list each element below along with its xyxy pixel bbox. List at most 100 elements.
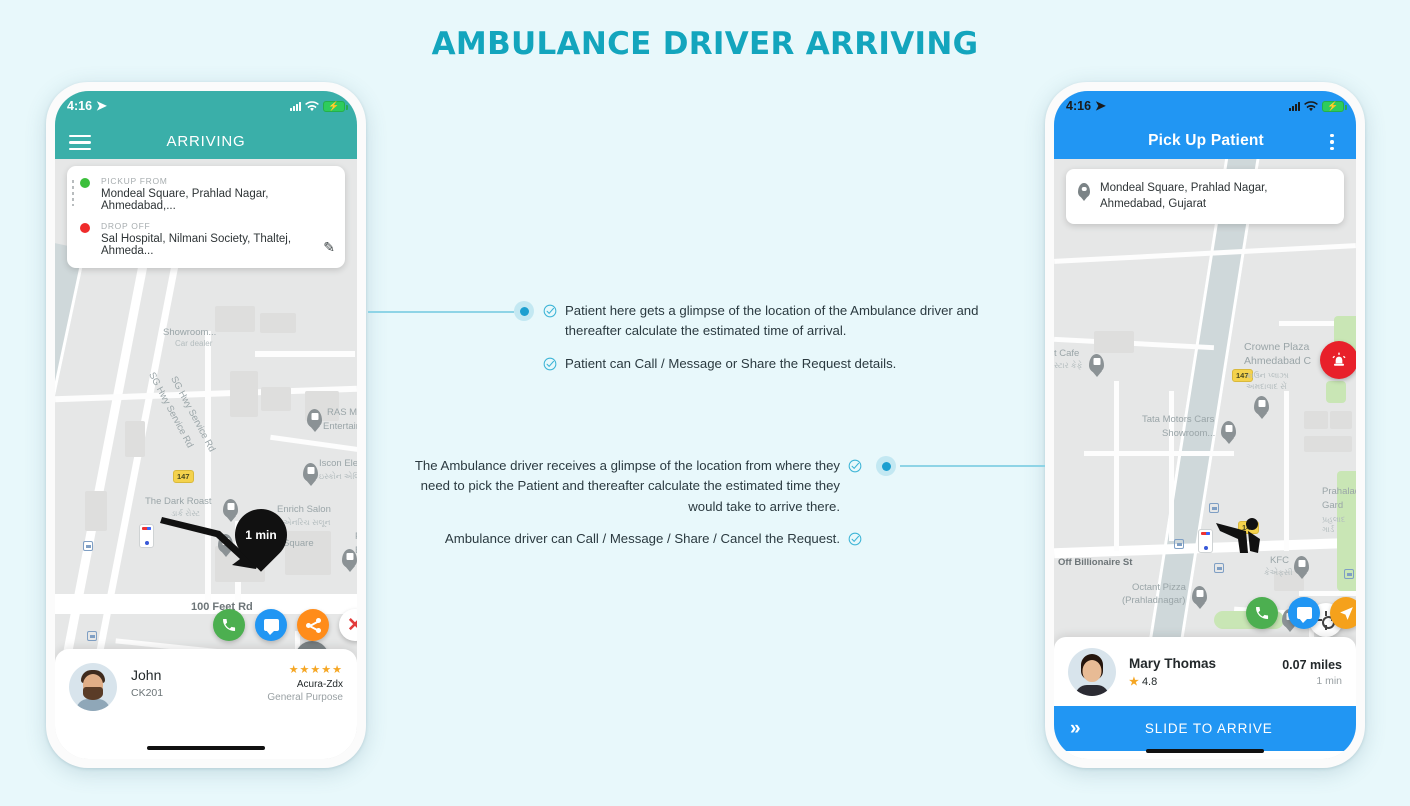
rating-stars: ★★★★★ [288, 664, 343, 676]
right-action-buttons [1246, 597, 1356, 629]
close-x-icon: ✕ [347, 614, 357, 636]
navigate-arrow-icon [1339, 606, 1353, 620]
annotation-text: Ambulance driver can Call / Message / Sh… [444, 531, 840, 547]
right-connector-line [900, 465, 1045, 467]
avatar [69, 663, 117, 711]
siren-icon [1332, 352, 1346, 366]
distance-value: 0.07 miles [1282, 657, 1342, 672]
driver-name: John [131, 667, 162, 683]
message-icon [263, 619, 279, 635]
annotation-item: Ambulance driver can Call / Message / Sh… [392, 529, 862, 549]
navigate-button[interactable] [1330, 597, 1356, 629]
driver-card: John CK201 ★★★★★ Acura-Zdx General Purpo… [55, 649, 357, 759]
map-label: પ્રહલાદ [1322, 515, 1346, 524]
map-label: કેએફસી [1264, 568, 1293, 577]
slide-to-arrive-button[interactable]: » SLIDE TO ARRIVE [1054, 706, 1356, 751]
page-title: AMBULANCE DRIVER ARRIVING [431, 26, 979, 62]
map-label: Tata Motors Cars [1142, 414, 1215, 425]
right-app-bar-title: Pick Up Patient [1148, 132, 1264, 149]
right-status-bar: 4:16 ➤ ⚡ [1054, 91, 1356, 121]
slide-to-arrive-label: SLIDE TO ARRIVE [1144, 721, 1273, 736]
map-label: Car dealer [175, 339, 213, 348]
map-label: (Prahladnagar) [1122, 595, 1186, 606]
annotation-item: Patient can Call / Message or Share the … [543, 354, 1023, 374]
map-label: Iscon Elegance [319, 458, 357, 469]
star-icon: ★ [1129, 676, 1139, 688]
walking-person-icon [1216, 518, 1260, 553]
map-label: Octant Pizza [1132, 582, 1186, 593]
share-icon [305, 617, 321, 633]
address-value: Mondeal Square, Prahlad Nagar, Ahmedabad… [1100, 182, 1268, 210]
map-label: અમદાવાદ સેં [1246, 382, 1287, 391]
eta-value: 1 min [1316, 674, 1342, 687]
pickup-dot-icon [80, 178, 90, 188]
right-annotation-block: The Ambulance driver receives a glimpse … [392, 456, 862, 562]
wifi-icon [1304, 100, 1318, 111]
left-phone-screen: 147 Showroom... Car dealer SG Hwy Servic… [55, 91, 357, 759]
annotation-text: Patient here gets a glimpse of the locat… [565, 303, 979, 339]
annotation-item: Patient here gets a glimpse of the locat… [543, 301, 1023, 342]
map-label: ઇસ્કોન એલિગન્સ [319, 472, 357, 481]
call-button[interactable] [1246, 597, 1278, 629]
left-action-buttons: ✕ [213, 609, 357, 641]
navigation-arrow-icon: ➤ [1095, 98, 1106, 113]
status-time: 4:16 [1066, 99, 1092, 113]
navigation-arrow-icon: ➤ [96, 98, 107, 113]
dropoff-row: DROP OFF Sal Hospital, Nilmani Society, … [79, 221, 333, 257]
eta-marker-label: 1 min [245, 527, 277, 542]
map-label: એનરિચ સલૂન [283, 518, 331, 527]
battery-charging-icon: ⚡ [1322, 100, 1347, 112]
map-label: RAS Media & [327, 407, 357, 418]
patient-rating: ★ 4.8 [1129, 676, 1158, 688]
status-time: 4:16 [67, 99, 93, 113]
check-circle-icon [543, 304, 557, 318]
signal-bars-icon [290, 101, 301, 111]
call-button[interactable] [213, 609, 245, 641]
left-status-bar: 4:16 ➤ ⚡ [55, 91, 357, 121]
battery-charging-icon: ⚡ [323, 100, 348, 112]
map-label: Showroom... [1162, 428, 1216, 439]
pickup-label: PICKUP FROM [101, 176, 168, 186]
check-circle-icon [543, 357, 557, 371]
right-address-card[interactable]: Mondeal Square, Prahlad Nagar, Ahmedabad… [1066, 169, 1344, 225]
map-label: KFC [1270, 555, 1289, 566]
home-indicator [1146, 748, 1264, 753]
annotation-text: Patient can Call / Message or Share the … [565, 355, 897, 371]
pencil-edit-icon[interactable]: ✎ [323, 239, 335, 256]
page-root: AMBULANCE DRIVER ARRIVING 147 Showroom..… [0, 0, 1410, 806]
right-phone-frame: 147 147 t Cafe સ્ટાર કેફે Crowne Plaza A… [1045, 82, 1365, 768]
vehicle-model: Acura-Zdx [296, 679, 343, 690]
highway-shield: 147 [173, 470, 194, 483]
patient-card: Mary Thomas ★ 4.8 0.07 miles 1 min » SLI… [1054, 637, 1356, 759]
map-label: Showroom... [163, 327, 217, 338]
hamburger-menu-icon[interactable] [69, 134, 91, 150]
map-label: Enrich Salon [277, 504, 331, 515]
signal-bars-icon [1289, 101, 1300, 111]
share-button[interactable] [297, 609, 329, 641]
message-button[interactable] [255, 609, 287, 641]
ambulance-icon [139, 524, 154, 548]
ambulance-icon [1198, 529, 1213, 553]
map-label: Crowne Plaza [1244, 341, 1310, 353]
map-label: સ્ટાર કેફે [1054, 361, 1083, 370]
annotation-item: The Ambulance driver receives a glimpse … [392, 456, 862, 517]
message-button[interactable] [1288, 597, 1320, 629]
left-annotation-block: Patient here gets a glimpse of the locat… [543, 301, 1023, 386]
map-label: Gard [1322, 500, 1344, 511]
cancel-button[interactable]: ✕ [339, 609, 357, 641]
map-label: Business Pa [355, 545, 357, 557]
left-connector-dot [514, 301, 534, 321]
map-label: ગાર્ડ [1322, 525, 1335, 534]
left-app-bar-title: ARRIVING [166, 133, 246, 150]
left-address-card[interactable]: PICKUP FROM Mondeal Square, Prahlad Naga… [67, 166, 345, 268]
map-label: ક્રાઉન પ્લાઝા [1246, 371, 1289, 380]
annotation-text: The Ambulance driver receives a glimpse … [414, 458, 840, 514]
phone-icon [1256, 607, 1269, 620]
map-label: Entertainment Pvt [323, 421, 357, 432]
right-phone-screen: 147 147 t Cafe સ્ટાર કેફે Crowne Plaza A… [1054, 91, 1356, 759]
pickup-value: Mondeal Square, Prahlad Nagar, Ahmedabad… [101, 188, 269, 212]
check-circle-icon [848, 533, 862, 546]
home-indicator [147, 745, 265, 750]
left-connector-line [368, 311, 514, 313]
more-vertical-icon[interactable] [1322, 133, 1342, 150]
